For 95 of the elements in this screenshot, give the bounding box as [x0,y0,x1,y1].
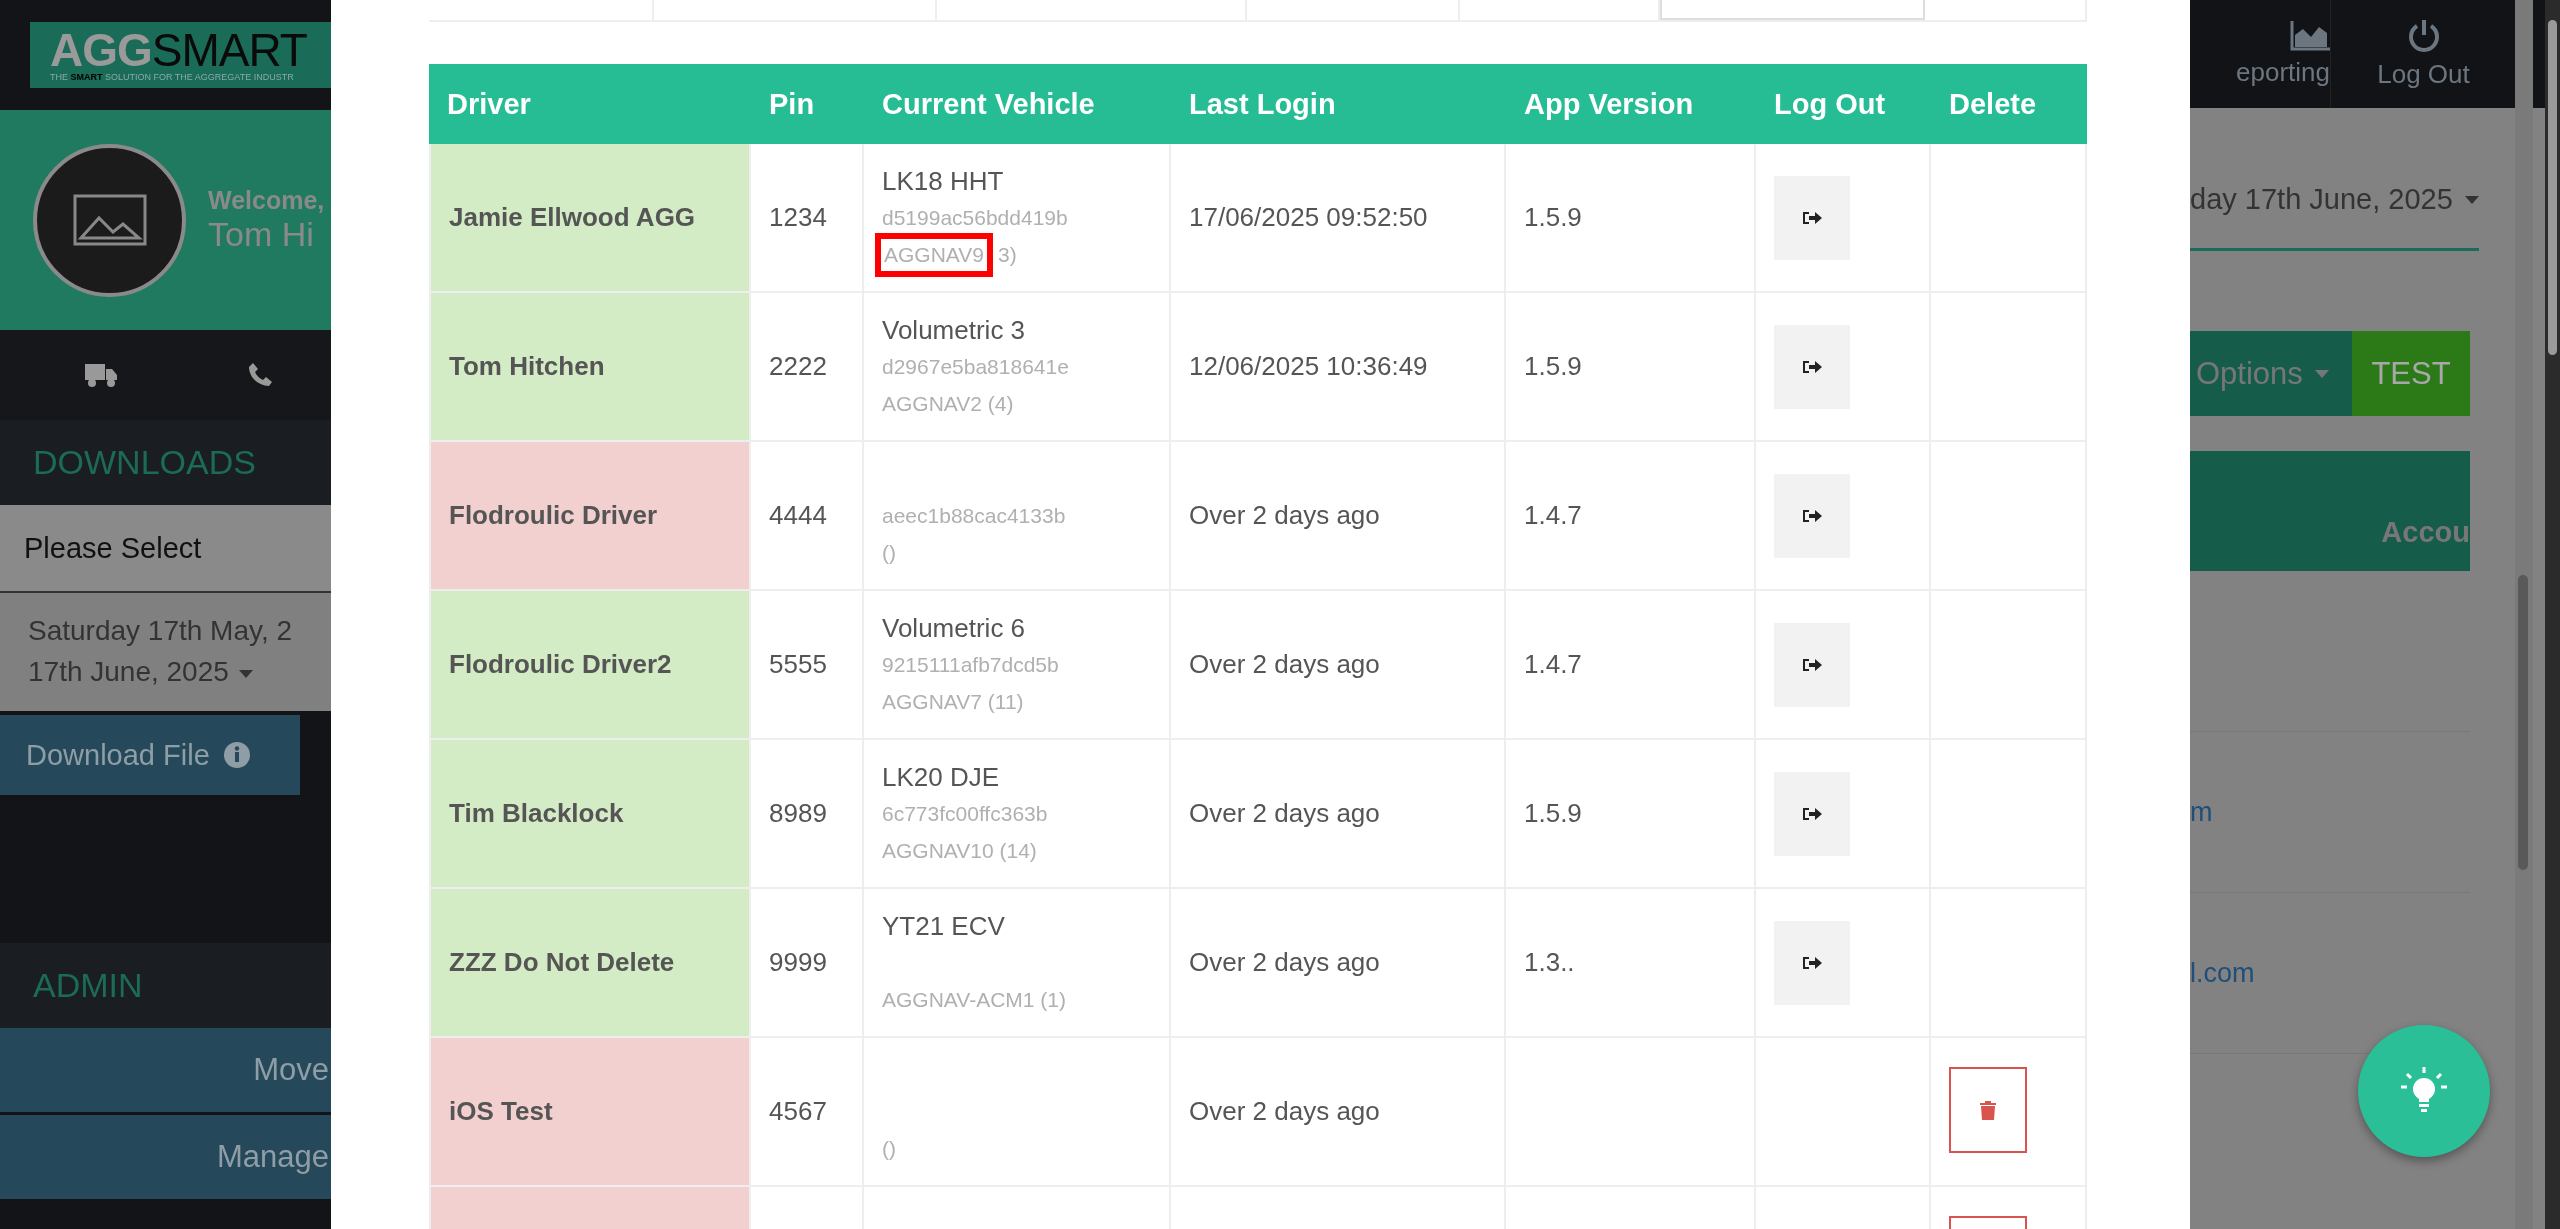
logout-icon [1802,358,1822,375]
vehicle-name: LK18 HHT [882,165,1005,196]
device-id: d5199ac56bdd419b [882,204,1069,231]
image-icon [72,194,147,246]
table-cell: 1.3.. [1506,889,1756,1036]
caret-icon [2464,195,2479,204]
section-heading: DOWNLOADS [0,420,331,505]
log-out-button[interactable] [1774,771,1850,856]
date-range-start: Saturday 17th May, 2 [28,614,294,649]
date-range-end: 17th June, 2025 [28,652,331,693]
logout-icon [1802,954,1822,971]
column-header: Accou [2190,451,2470,571]
column-header: Pin [768,86,816,122]
table-cell: ZZZ Do Not Delete [429,889,751,1036]
welcome-text: Welcome, [208,186,325,215]
table-cell: 4444 [751,442,864,589]
date-range-picker[interactable]: Saturday 17th May, 2 17th June, 2025 [0,593,331,711]
table-cell: Flodroulic Driver2 [429,591,751,738]
vehicle-name: Volumetric 6 [882,612,1027,643]
table-cell: 1.5.9 [1506,293,1756,440]
table-cell: iOS Test [429,1038,751,1185]
table-cell: Flodroulic Driver [429,442,751,589]
caret-icon [238,669,253,678]
power-icon [2407,18,2440,53]
table-cell: Jamie Ellwood AGG [429,144,751,291]
logout-icon [1802,209,1822,226]
nav-unit: AGGNAV-ACM1 (1) [882,986,1066,1013]
scrollbar[interactable] [2545,0,2560,1229]
vehicle-name: YT21 ECV [882,910,1006,941]
table-cell: 9999 [751,889,864,1036]
column-header: Delete [1948,86,2038,122]
table-cell: Over 2 days ago [1171,740,1506,887]
table-cell: 1.4.7 [1506,442,1756,589]
vehicle-name: Volumetric 3 [882,314,1027,345]
download-file-button[interactable]: Download File [0,715,300,795]
vehicle-name: LK20 DJE [882,761,1001,792]
column-header: Current Vehicle [881,86,1096,122]
table-cell: 8989 [751,740,864,887]
nav-unit: AGGNAV2 (4) [882,390,1014,417]
log-out-button[interactable] [1774,473,1850,558]
table-cell: 17/06/2025 09:52:50 [1171,144,1506,291]
options-button[interactable]: Options [2190,331,2352,416]
chart-icon [2290,20,2330,51]
truck-icon[interactable] [85,362,117,388]
device-id: 6c773fc00ffc363b [882,800,1049,827]
log-out-button[interactable] [1774,920,1850,1005]
report-select[interactable]: Please Select [0,505,331,593]
caret-icon [2314,369,2329,378]
nav-item[interactable]: eporting [2190,0,2331,108]
log-out-button[interactable] [1774,324,1850,409]
device-id: d2967e5ba818641e [882,353,1070,380]
table-cell: 12/06/2025 10:36:49 [1171,293,1506,440]
table-cell: Over 2 days ago [1171,591,1506,738]
nav-unit-count: 3) [998,241,1017,268]
table-cell: Over 2 days ago [1171,1038,1506,1185]
table-cell: 1.5.9 [1506,740,1756,887]
column-header: Last Login [1188,86,1337,122]
section-heading: ADMIN [0,943,331,1028]
table-cell: 5555 [751,591,864,738]
log-out-button[interactable] [1774,175,1850,260]
email-link[interactable]: l.com [2190,957,2255,989]
date-picker[interactable]: day 17th June, 2025 [2190,183,2479,251]
column-header: Log Out [1773,86,1887,122]
logout-icon [1802,507,1822,524]
trash-icon [1980,1100,1996,1120]
email-link[interactable]: m [2190,796,2213,828]
device-id: aeec1b88cac4133b [882,502,1067,529]
table-cell: Over 2 days ago [1171,889,1506,1036]
user-name: Tom Hi [208,215,315,254]
info-icon [223,742,250,768]
table-cell: 4567 [751,1038,864,1185]
table-cell: 1.5.9 [1506,144,1756,291]
table-cell: Tom Hitchen [429,293,751,440]
column-header: Driver [446,86,532,122]
column-header: App Version [1523,86,1695,122]
table-cell: 1234 [751,144,864,291]
scrollbar[interactable] [2515,0,2533,1229]
nav-unit: () [882,1135,896,1162]
device-id: 9215111afb7dcd5b [882,651,1060,678]
nav-unit: () [882,539,896,566]
admin-menu-item[interactable]: Move [0,1028,331,1115]
nav-unit: AGGNAV10 (14) [882,837,1037,864]
delete-button[interactable] [1949,1067,2027,1153]
log-out-button[interactable] [1774,622,1850,707]
table-cell: Over 2 days ago [1171,442,1506,589]
logo: AGGSMART THE SMART SOLUTION FOR THE AGGREGATE INDUSTR [30,22,331,88]
logout-icon [1802,656,1822,673]
logout-icon [1802,805,1822,822]
test-button[interactable]: TEST [2352,331,2470,416]
phone-icon[interactable] [247,362,273,388]
table-cell: 2222 [751,293,864,440]
table-cell: 1.4.7 [1506,591,1756,738]
admin-menu-item[interactable]: Manage [0,1115,331,1202]
nav-unit: AGGNAV7 (11) [882,688,1024,715]
table-cell: Tim Blacklock [429,740,751,887]
